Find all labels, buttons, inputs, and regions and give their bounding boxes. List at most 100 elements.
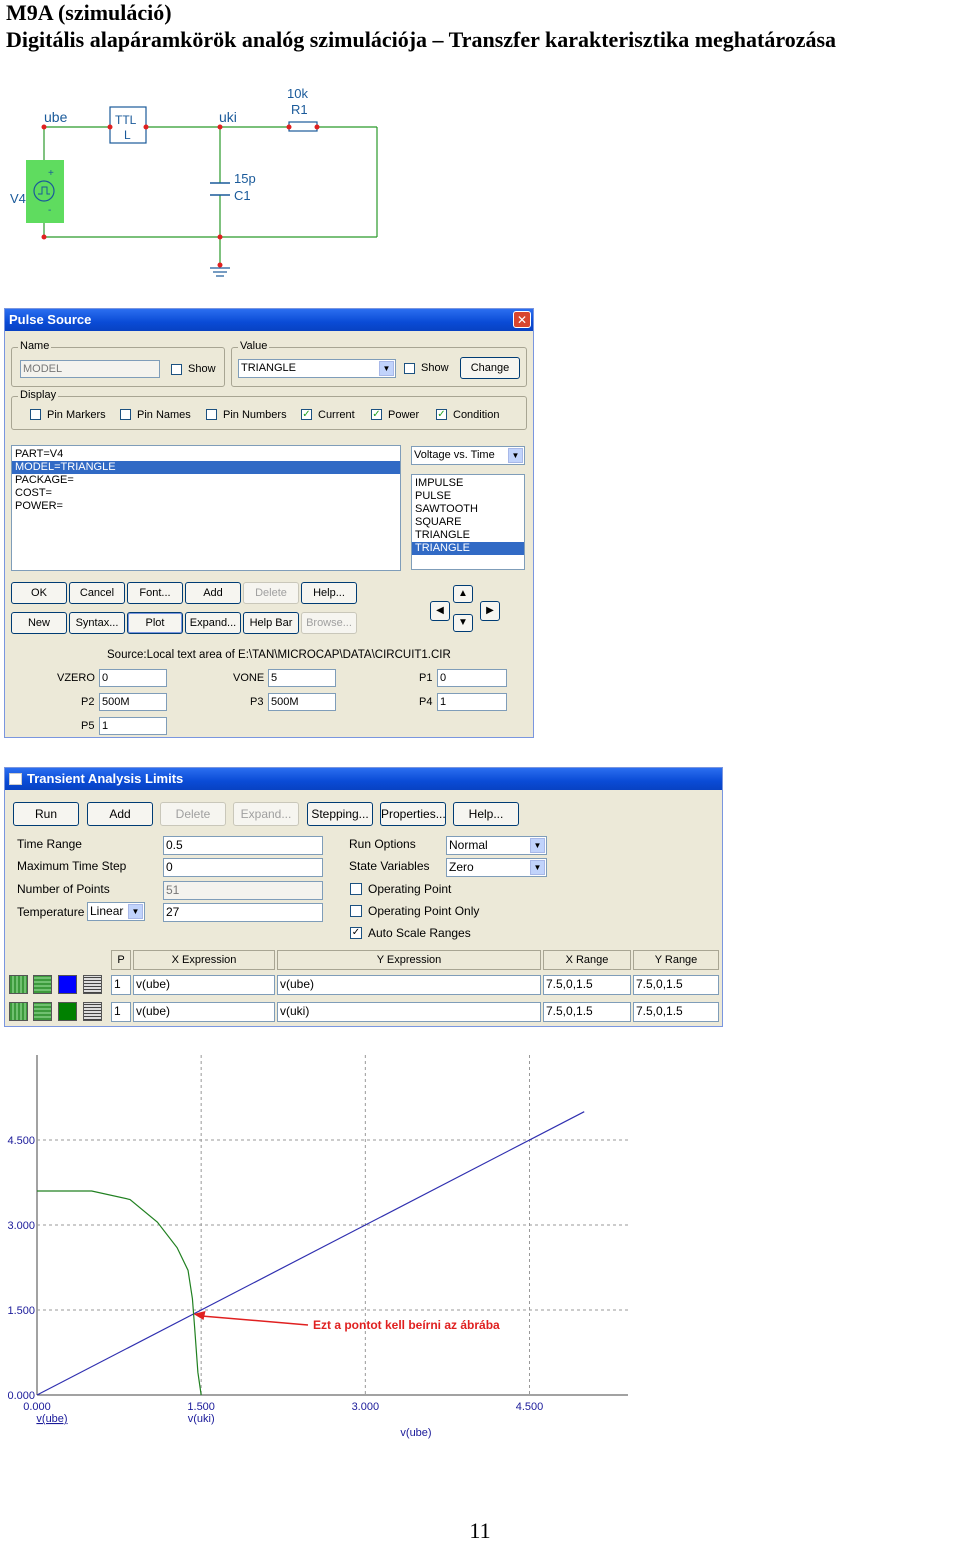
row1-x-range[interactable]: 7.5,0,1.5 [543,975,631,995]
row1-y-expression[interactable]: v(ube) [277,975,541,995]
name-field[interactable]: MODEL [20,360,160,378]
list-item[interactable]: MODEL=TRIANGLE [12,461,400,474]
browse-button[interactable]: Browse... [301,612,357,634]
state-vars-select[interactable]: Zero ▼ [446,858,547,877]
row2-x-range[interactable]: 7.5,0,1.5 [543,1002,631,1022]
op-point-checkbox[interactable] [350,883,362,895]
add-button[interactable]: Add [185,582,241,604]
delete-button[interactable]: Delete [243,582,299,604]
chevron-down-icon[interactable]: ▼ [530,860,545,875]
table-icon[interactable] [83,975,102,994]
close-icon[interactable]: ✕ [513,311,531,328]
condition-checkbox[interactable]: ✓ [436,409,447,420]
chevron-down-icon[interactable]: ▼ [128,904,143,919]
value-select[interactable]: TRIANGLE ▼ [238,359,396,378]
num-points-field[interactable]: 51 [163,881,323,900]
transfer-characteristic-chart: 0.000 1.500 3.000 4.500 0.000 1.500 3.000 4.500… [7,1055,628,1439]
row2-y-range[interactable]: 7.5,0,1.5 [633,1002,719,1022]
time-range-field[interactable]: 0.5 [163,836,323,855]
list-item[interactable]: POWER= [12,500,400,513]
attributes-list[interactable]: PART=V4 MODEL=TRIANGLE PACKAGE= COST= PO… [11,445,401,571]
delete-row-button[interactable]: Delete [160,802,226,826]
transient-titlebar: Transient Analysis Limits [5,768,722,790]
run-options-select[interactable]: Normal ▼ [446,836,547,855]
plot-toggle-icon[interactable] [9,975,28,994]
plot-button[interactable]: Plot [127,612,183,634]
p2-field[interactable]: 500M [99,693,167,711]
p3-field[interactable]: 500M [268,693,336,711]
properties-button[interactable]: Properties... [380,802,446,826]
op-point-only-checkbox[interactable] [350,905,362,917]
new-button[interactable]: New [11,612,67,634]
arrow-left-icon[interactable]: ◀ [430,601,450,621]
chevron-down-icon[interactable]: ▼ [530,838,545,853]
pin-markers-checkbox[interactable] [30,409,41,420]
row1-color-swatch[interactable] [58,975,77,994]
p1-field[interactable]: 0 [437,669,507,687]
power-label: Power [388,409,420,421]
power-checkbox[interactable]: ✓ [371,409,382,420]
models-list[interactable]: IMPULSE PULSE SAWTOOTH SQUARE TRIANGLE T… [411,474,525,570]
list-item[interactable]: SQUARE [412,516,524,529]
cancel-button[interactable]: Cancel [69,582,125,604]
vzero-label: VZERO [57,672,95,684]
row1-x-expression[interactable]: v(ube) [133,975,275,995]
expand-row-button[interactable]: Expand... [233,802,299,826]
pin-numbers-checkbox[interactable] [206,409,217,420]
help-button[interactable]: Help... [301,582,357,604]
font-button[interactable]: Font... [127,582,183,604]
row2-x-expression[interactable]: v(ube) [133,1002,275,1022]
pulse-source-dialog: Pulse Source ✕ Name MODEL Show Value TRI… [4,308,534,738]
row1-p[interactable]: 1 [111,975,131,995]
expand-button[interactable]: Expand... [185,612,241,634]
grid-toggle-icon[interactable] [33,1002,52,1021]
current-checkbox[interactable]: ✓ [301,409,312,420]
max-step-field[interactable]: 0 [163,858,323,877]
p4-field[interactable]: 1 [437,693,507,711]
temperature-mode-select[interactable]: Linear ▼ [87,902,145,921]
vzero-field[interactable]: 0 [99,669,167,687]
series-line-2 [37,1190,202,1396]
auto-scale-checkbox[interactable]: ✓ [350,927,362,939]
plot-type-select[interactable]: Voltage vs. Time ▼ [411,446,525,465]
chevron-down-icon[interactable]: ▼ [379,361,394,376]
syntax-button[interactable]: Syntax... [69,612,125,634]
table-icon[interactable] [83,1002,102,1021]
ok-button[interactable]: OK [11,582,67,604]
stepping-button[interactable]: Stepping... [307,802,373,826]
list-item[interactable]: COST= [12,487,400,500]
arrow-right-icon[interactable]: ▶ [480,601,500,621]
add-row-button[interactable]: Add [87,802,153,826]
change-button[interactable]: Change [460,357,520,379]
arrow-down-icon[interactable]: ▼ [453,614,473,632]
temperature-field[interactable]: 27 [163,903,323,922]
plot-toggle-icon[interactable] [9,1002,28,1021]
list-item[interactable]: PULSE [412,490,524,503]
row1-y-range[interactable]: 7.5,0,1.5 [633,975,719,995]
chevron-down-icon[interactable]: ▼ [508,448,523,463]
p5-field[interactable]: 1 [99,717,167,735]
list-item[interactable]: PACKAGE= [12,474,400,487]
value-show-label: Show [421,362,449,374]
grid-toggle-icon[interactable] [33,975,52,994]
row2-color-swatch[interactable] [58,1002,77,1021]
name-group: Name MODEL Show [11,340,225,387]
name-show-checkbox[interactable] [171,364,182,375]
list-item[interactable]: PART=V4 [12,448,400,461]
list-item[interactable]: TRIANGLE [412,529,524,542]
list-item[interactable]: SAWTOOTH [412,503,524,516]
list-item[interactable]: IMPULSE [412,477,524,490]
help-bar-button[interactable]: Help Bar [243,612,299,634]
arrow-up-icon[interactable]: ▲ [453,585,473,603]
list-item[interactable]: TRIANGLE [412,542,524,555]
run-button[interactable]: Run [13,802,79,826]
pin-names-checkbox[interactable] [120,409,131,420]
row2-y-expression[interactable]: v(uki) [277,1002,541,1022]
pulse-source-title: Pulse Source [9,312,92,327]
value-show-checkbox[interactable] [404,363,415,374]
help-button[interactable]: Help... [453,802,519,826]
auto-scale-label: Auto Scale Ranges [368,926,471,940]
vone-field[interactable]: 5 [268,669,336,687]
row2-p[interactable]: 1 [111,1002,131,1022]
annotation-arrowhead [193,1310,206,1320]
